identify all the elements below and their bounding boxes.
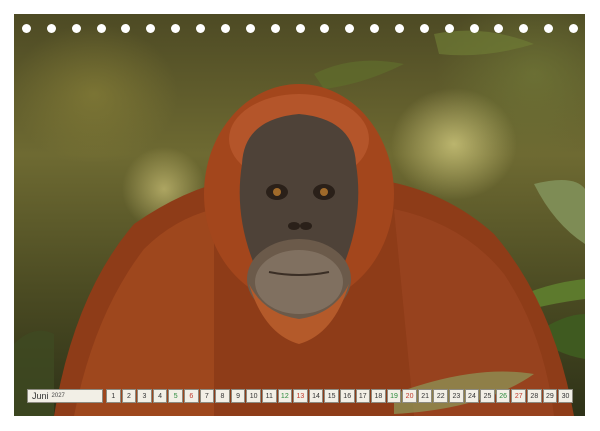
- binding-hole: [46, 24, 56, 33]
- binding-hole: [220, 24, 230, 33]
- calendar-day: 20: [402, 389, 417, 403]
- calendar-day: 5: [168, 389, 183, 403]
- calendar-day: 27: [511, 389, 527, 403]
- calendar-page: Juni 2027 1 2 3 4 5 6 7 8 9 10 11 12 13 14 15 16 17 18 19 2…: [0, 0, 600, 431]
- calendar-day: 23: [449, 389, 464, 403]
- calendar-day: 26: [495, 389, 511, 403]
- calendar-day: 6: [183, 389, 199, 403]
- calendar-day: 22: [433, 389, 449, 403]
- binding-hole: [469, 24, 479, 33]
- calendar-day: 7: [199, 389, 215, 403]
- binding-hole: [196, 24, 206, 33]
- binding-hole: [544, 24, 554, 33]
- calendar-day: 9: [230, 389, 246, 403]
- calendar-bar: Juni 2027 1 2 3 4 5 6 7 8 9 10 11 12 13 14 15 16 17 18 19 2…: [27, 389, 573, 403]
- binding-hole: [519, 24, 529, 33]
- calendar-day: 30: [558, 389, 573, 403]
- orangutan-illustration: [14, 30, 585, 416]
- calendar-day: 11: [261, 389, 277, 403]
- binding-hole: [419, 24, 429, 33]
- calendar-day: 17: [355, 389, 371, 403]
- calendar-day: 12: [277, 389, 293, 403]
- binding-hole: [96, 24, 106, 33]
- orangutan-photo: [14, 14, 585, 416]
- binding-hole: [569, 24, 578, 33]
- binding-hole: [270, 24, 280, 33]
- calendar-day: 13: [293, 389, 308, 403]
- calendar-day: 15: [324, 389, 339, 403]
- calendar-day: 3: [137, 389, 152, 403]
- binding-hole: [494, 24, 504, 33]
- binding-hole: [22, 24, 31, 33]
- calendar-day: 19: [386, 389, 402, 403]
- calendar-day: 1: [106, 389, 121, 403]
- binding-hole: [245, 24, 255, 33]
- calendar-day: 14: [308, 389, 324, 403]
- year-label: 2027: [51, 393, 65, 399]
- binding-hole: [121, 24, 131, 33]
- binding-hole: [394, 24, 404, 33]
- calendar-day: 28: [527, 389, 542, 403]
- binding-hole: [345, 24, 355, 33]
- binding-hole: [320, 24, 330, 33]
- binding-hole: [444, 24, 454, 33]
- calendar-day: 21: [417, 389, 433, 403]
- calendar-day: 16: [339, 389, 355, 403]
- calendar-day: 4: [152, 389, 168, 403]
- binding-hole: [71, 24, 81, 33]
- calendar-day: 8: [215, 389, 230, 403]
- binding-holes: [14, 24, 585, 38]
- binding-hole: [370, 24, 380, 33]
- binding-hole: [146, 24, 156, 33]
- month-name: Juni: [32, 391, 49, 401]
- binding-hole: [295, 24, 305, 33]
- month-label: Juni 2027: [27, 389, 103, 403]
- calendar-day: 18: [371, 389, 386, 403]
- binding-hole: [171, 24, 181, 33]
- calendar-day: 25: [480, 389, 495, 403]
- calendar-day: 29: [542, 389, 558, 403]
- calendar-day: 24: [464, 389, 480, 403]
- calendar-day: 2: [121, 389, 137, 403]
- calendar-day: 10: [246, 389, 261, 403]
